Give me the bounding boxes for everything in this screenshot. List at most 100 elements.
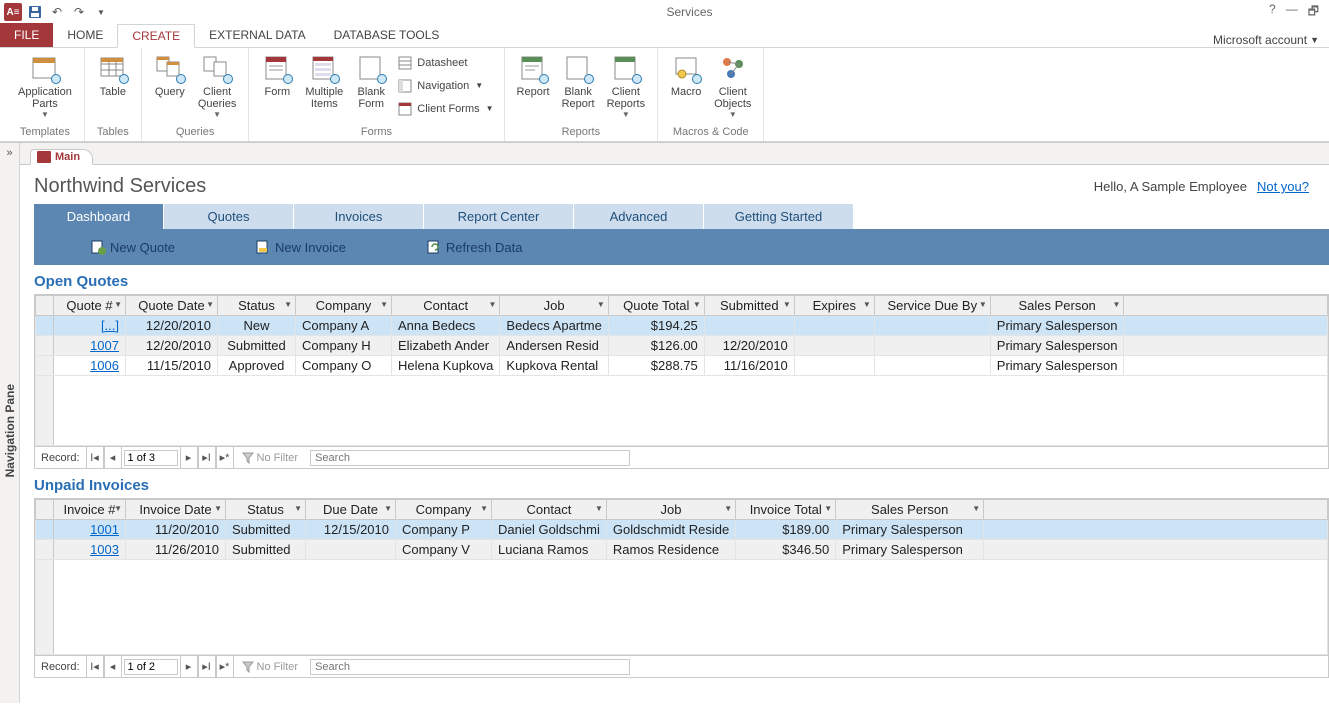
restore-icon[interactable]: 🗗: [1308, 2, 1319, 23]
redo-icon[interactable]: ↷: [70, 3, 88, 21]
navtab-advanced[interactable]: Advanced: [574, 204, 704, 229]
report-button[interactable]: Report: [511, 50, 556, 124]
col-expires[interactable]: Expires▼: [794, 296, 874, 316]
table-button[interactable]: Table: [91, 50, 135, 124]
title-bar: A≡ ↶ ↷ ▼ Services ? — 🗗: [0, 0, 1329, 24]
col-job[interactable]: Job▼: [500, 296, 608, 316]
undo-icon[interactable]: ↶: [48, 3, 66, 21]
col-due[interactable]: Service Due By▼: [874, 296, 990, 316]
col-inv-sales[interactable]: Sales Person▼: [836, 500, 984, 520]
navtab-dashboard[interactable]: Dashboard: [34, 204, 164, 229]
tab-database-tools[interactable]: DATABASE TOOLS: [320, 23, 454, 47]
multiple-items-button[interactable]: Multiple Items: [299, 50, 349, 124]
access-logo-icon: A≡: [4, 3, 22, 21]
group-tables: Tables: [91, 124, 135, 141]
last-record-icon[interactable]: ▸I: [198, 656, 216, 677]
action-bar: New Quote New Invoice Refresh Data: [34, 229, 1329, 265]
group-queries: Queries: [148, 124, 243, 141]
query-button[interactable]: Query: [148, 50, 192, 124]
table-row[interactable]: 100712/20/2010SubmittedCompany HElizabet…: [36, 336, 1328, 356]
ribbon: Application Parts▼ Templates Table Table…: [0, 48, 1329, 142]
client-queries-button[interactable]: Client Queries▼: [192, 50, 243, 124]
macro-button[interactable]: Macro: [664, 50, 708, 124]
next-record-icon[interactable]: ▸: [180, 656, 198, 677]
prev-record-icon[interactable]: ◂: [104, 656, 122, 677]
row-selector-header[interactable]: [36, 296, 54, 316]
col-inv-total[interactable]: Invoice Total▼: [736, 500, 836, 520]
open-quotes-grid[interactable]: Quote #▼ Quote Date▼ Status▼ Company▼ Co…: [34, 294, 1329, 447]
col-inv-contact[interactable]: Contact▼: [492, 500, 607, 520]
open-quotes-title: Open Quotes: [20, 265, 1329, 294]
datasheet-button[interactable]: Datasheet: [397, 52, 493, 73]
col-total[interactable]: Quote Total▼: [608, 296, 704, 316]
table-row[interactable]: 100311/26/2010SubmittedCompany VLuciana …: [36, 540, 1328, 560]
client-objects-button[interactable]: Client Objects▼: [708, 50, 757, 124]
help-icon[interactable]: ?: [1269, 2, 1276, 23]
unpaid-invoices-grid[interactable]: Invoice #▼ Invoice Date▼ Status▼ Due Dat…: [34, 498, 1329, 656]
qat-dropdown-icon[interactable]: ▼: [92, 3, 110, 21]
ribbon-tabs: FILE HOME CREATE EXTERNAL DATA DATABASE …: [0, 24, 1329, 48]
application-parts-button[interactable]: Application Parts▼: [12, 50, 78, 124]
prev-record-icon[interactable]: ◂: [104, 447, 122, 468]
table-row[interactable]: 100611/15/2010ApprovedCompany OHelena Ku…: [36, 356, 1328, 376]
group-forms: Forms: [255, 124, 497, 141]
col-quote-date[interactable]: Quote Date▼: [126, 296, 218, 316]
tab-create[interactable]: CREATE: [117, 24, 195, 48]
refresh-data-button[interactable]: Refresh Data: [426, 239, 523, 255]
blank-form-button[interactable]: Blank Form: [349, 50, 393, 124]
client-forms-button[interactable]: Client Forms▼: [397, 98, 493, 119]
form-icon: [37, 151, 51, 163]
col-due-date[interactable]: Due Date▼: [306, 500, 396, 520]
new-record-icon[interactable]: ▸*: [216, 656, 234, 677]
search-input[interactable]: [310, 659, 630, 675]
col-sales[interactable]: Sales Person▼: [990, 296, 1124, 316]
account-menu[interactable]: Microsoft account▼: [1213, 33, 1329, 47]
col-status[interactable]: Status▼: [218, 296, 296, 316]
not-you-link[interactable]: Not you?: [1257, 179, 1309, 194]
search-input[interactable]: [310, 450, 630, 466]
record-position-input[interactable]: [124, 450, 178, 466]
col-inv-company[interactable]: Company▼: [396, 500, 492, 520]
blank-report-button[interactable]: Blank Report: [556, 50, 601, 124]
col-inv-job[interactable]: Job▼: [606, 500, 735, 520]
col-company[interactable]: Company▼: [296, 296, 392, 316]
new-quote-button[interactable]: New Quote: [90, 239, 175, 255]
no-filter-label: No Filter: [234, 661, 307, 673]
record-position-input[interactable]: [124, 659, 178, 675]
new-record-icon[interactable]: ▸*: [216, 447, 234, 468]
first-record-icon[interactable]: I◂: [86, 656, 104, 677]
navtab-report-center[interactable]: Report Center: [424, 204, 574, 229]
table-row[interactable]: 100111/20/2010Submitted12/15/2010Company…: [36, 520, 1328, 540]
col-invoice-num[interactable]: Invoice #▼: [54, 500, 126, 520]
tab-home[interactable]: HOME: [53, 23, 117, 47]
col-submitted[interactable]: Submitted▼: [704, 296, 794, 316]
form-nav-tabs: Dashboard Quotes Invoices Report Center …: [20, 204, 1329, 229]
navtab-getting-started[interactable]: Getting Started: [704, 204, 854, 229]
navtab-quotes[interactable]: Quotes: [164, 204, 294, 229]
col-contact[interactable]: Contact▼: [392, 296, 500, 316]
page-title: Northwind Services: [34, 175, 206, 198]
navtab-invoices[interactable]: Invoices: [294, 204, 424, 229]
record-navigator-quotes: Record: I◂ ◂ ▸ ▸I ▸* No Filter: [34, 447, 1329, 469]
tab-external-data[interactable]: EXTERNAL DATA: [195, 23, 319, 47]
last-record-icon[interactable]: ▸I: [198, 447, 216, 468]
expand-icon[interactable]: »: [6, 143, 12, 159]
form-button[interactable]: Form: [255, 50, 299, 124]
client-reports-button[interactable]: Client Reports▼: [601, 50, 652, 124]
col-quote-num[interactable]: Quote #▼: [54, 296, 126, 316]
navigation-pane-collapsed[interactable]: » Navigation Pane: [0, 143, 20, 703]
group-templates: Templates: [12, 124, 78, 141]
save-icon[interactable]: [26, 3, 44, 21]
col-invoice-date[interactable]: Invoice Date▼: [126, 500, 226, 520]
unpaid-invoices-title: Unpaid Invoices: [20, 469, 1329, 498]
navigation-button[interactable]: Navigation▼: [397, 75, 493, 96]
new-invoice-button[interactable]: New Invoice: [255, 239, 346, 255]
first-record-icon[interactable]: I◂: [86, 447, 104, 468]
record-navigator-invoices: Record: I◂ ◂ ▸ ▸I ▸* No Filter: [34, 656, 1329, 678]
col-inv-status[interactable]: Status▼: [226, 500, 306, 520]
minimize-icon[interactable]: —: [1286, 2, 1298, 23]
tab-file[interactable]: FILE: [0, 23, 53, 47]
next-record-icon[interactable]: ▸: [180, 447, 198, 468]
document-tab-main[interactable]: Main: [30, 149, 93, 165]
table-row[interactable]: [...]12/20/2010NewCompany AAnna BedecsBe…: [36, 316, 1328, 336]
